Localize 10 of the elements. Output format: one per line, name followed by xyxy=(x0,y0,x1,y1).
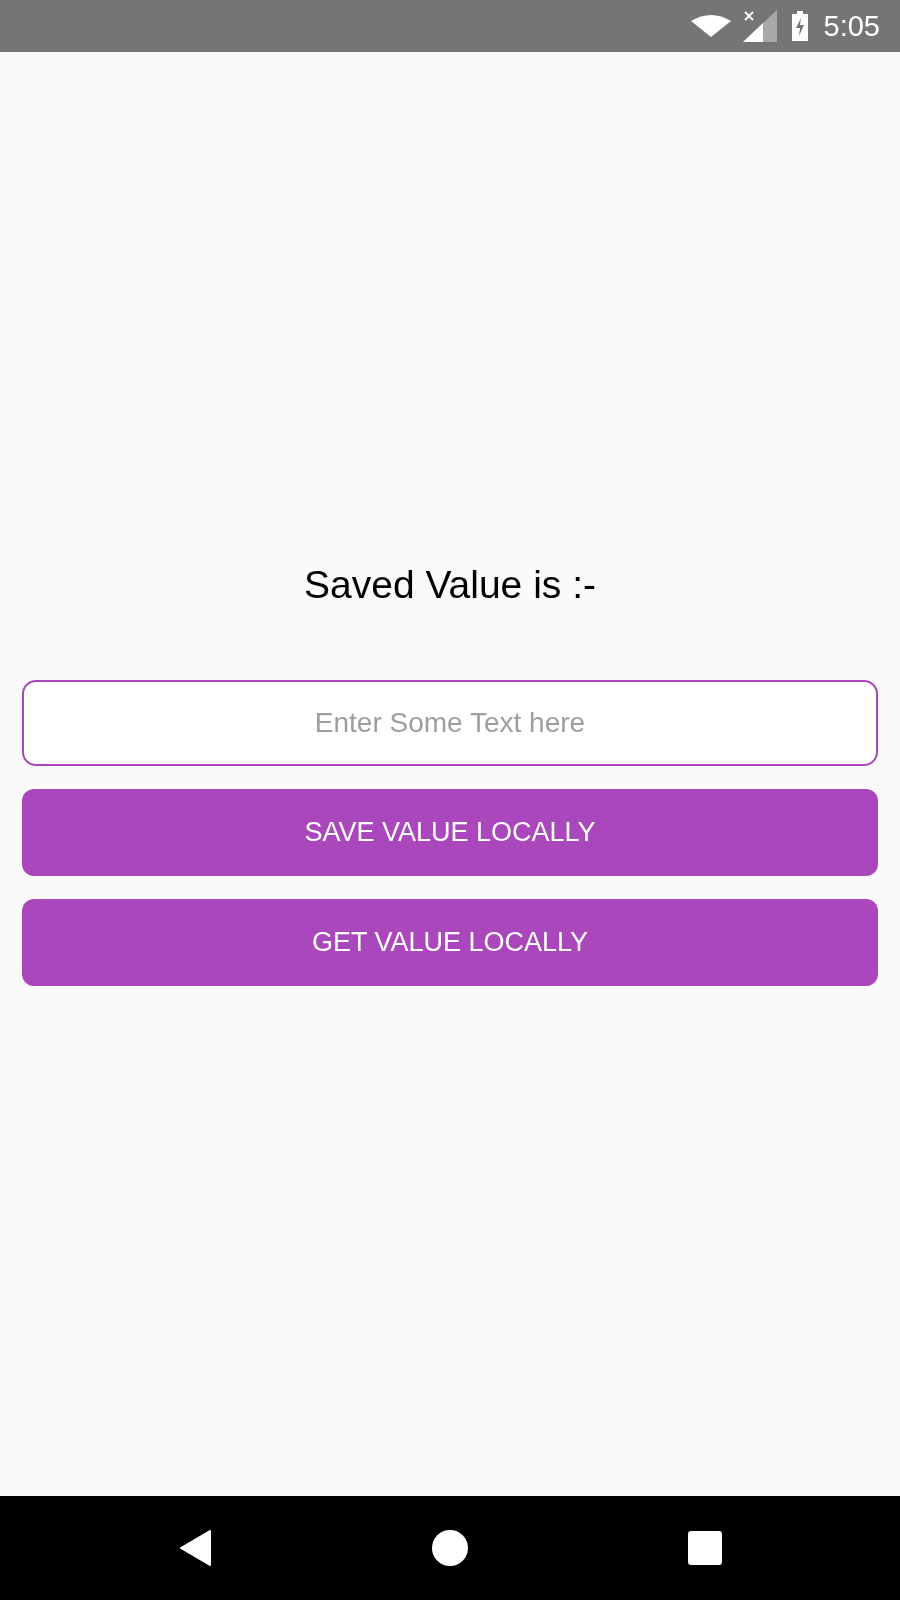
action-button[interactable]: SAVE VALUE LOCALLY xyxy=(22,789,878,876)
text-input-field[interactable]: Enter Some Text here xyxy=(22,680,878,766)
action-button[interactable]: GET VALUE LOCALLY xyxy=(22,899,878,986)
status-time: 5:05 xyxy=(823,11,880,41)
home-icon[interactable] xyxy=(432,1530,468,1566)
wifi-icon xyxy=(690,15,731,37)
battery-charging-icon xyxy=(791,11,808,41)
signal-icon xyxy=(742,10,777,42)
saved-value-label: Saved Value is :- xyxy=(304,562,596,608)
back-icon[interactable] xyxy=(180,1530,212,1566)
